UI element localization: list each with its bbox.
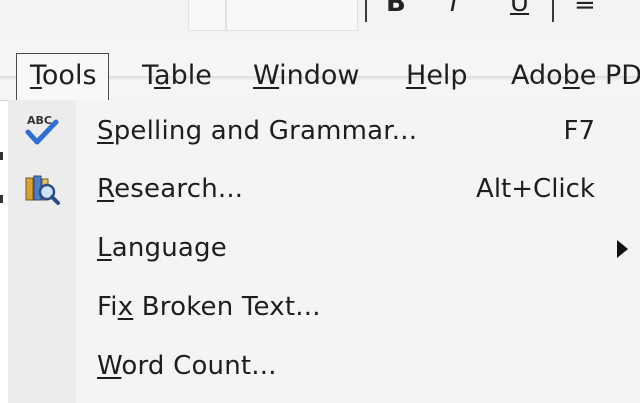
research-books-icon: [25, 175, 60, 205]
menu-mnemonic: a: [154, 60, 171, 91]
italic-icon[interactable]: I: [450, 0, 458, 16]
toolbar-font-box[interactable]: [226, 0, 358, 31]
menu-item-label: Research...: [97, 160, 243, 218]
svg-text:ABC: ABC: [27, 114, 52, 127]
menu-item-label: Spelling and Grammar...: [97, 102, 417, 160]
menu-item-label: Word Count...: [97, 337, 277, 395]
label-part: ord Count...: [121, 351, 277, 381]
menu-item-label: Fix Broken Text...: [97, 278, 321, 336]
menu-adobe-pdf[interactable]: Adobe PDF: [511, 54, 640, 98]
menu-mnemonic: H: [406, 60, 427, 91]
menu-mnemonic: R: [97, 174, 115, 204]
document-edge-mark: [0, 152, 3, 160]
menu-label-part: elp: [426, 60, 468, 91]
menu-label-part: e PDF: [579, 60, 640, 91]
menu-item-label: Language: [97, 219, 227, 277]
menu-help[interactable]: Help: [406, 54, 468, 98]
label-part: anguage: [111, 233, 227, 263]
menu-table[interactable]: Table: [142, 54, 212, 98]
toolbar-button-slot[interactable]: [188, 0, 226, 31]
menu-mnemonic: x: [117, 292, 134, 322]
menu-mnemonic: T: [30, 60, 42, 91]
toolbar-separator: [552, 0, 554, 22]
spelling-abc-check-icon: ABC: [25, 114, 59, 145]
menu-item-shortcut: F7: [563, 116, 596, 146]
menu-item-research[interactable]: Research... Alt+Click: [8, 160, 640, 218]
menu-label-part: ble: [170, 60, 212, 91]
menu-mnemonic: b: [562, 60, 580, 91]
label-part: pelling and Grammar...: [113, 116, 418, 146]
menu-bar: Tools Table Window Help Adobe PDF: [0, 40, 640, 101]
toolbar-separator: [365, 0, 367, 22]
menu-label-part: Ado: [511, 60, 563, 91]
menu-label-part: T: [142, 60, 155, 91]
menu-item-shortcut: Alt+Click: [476, 174, 595, 204]
submenu-arrow-icon: [617, 240, 628, 258]
menu-item-fix-broken-text[interactable]: Fix Broken Text...: [8, 278, 640, 336]
menu-item-word-count[interactable]: Word Count...: [8, 337, 640, 395]
label-part: Broken Text...: [133, 292, 321, 322]
formatting-toolbar: B I U ≡: [0, 0, 640, 40]
menu-mnemonic: S: [97, 116, 114, 146]
menu-tools[interactable]: Tools: [16, 53, 109, 100]
align-left-icon[interactable]: ≡: [574, 0, 596, 16]
bold-icon[interactable]: B: [386, 0, 406, 16]
label-part: esearch...: [114, 174, 244, 204]
menu-mnemonic: W: [253, 60, 280, 91]
menu-mnemonic: L: [97, 233, 112, 263]
document-edge-mark: [0, 195, 3, 203]
menu-item-language[interactable]: Language: [8, 219, 640, 277]
menu-label-part: indow: [279, 60, 360, 91]
menu-item-spelling-and-grammar[interactable]: ABC Spelling and Grammar... F7: [8, 102, 640, 160]
menu-mnemonic: W: [97, 351, 122, 381]
menu-window[interactable]: Window: [253, 54, 359, 98]
menu-label-part: ools: [41, 60, 97, 91]
label-part: Fi: [97, 292, 118, 322]
underline-icon[interactable]: U: [510, 0, 529, 16]
